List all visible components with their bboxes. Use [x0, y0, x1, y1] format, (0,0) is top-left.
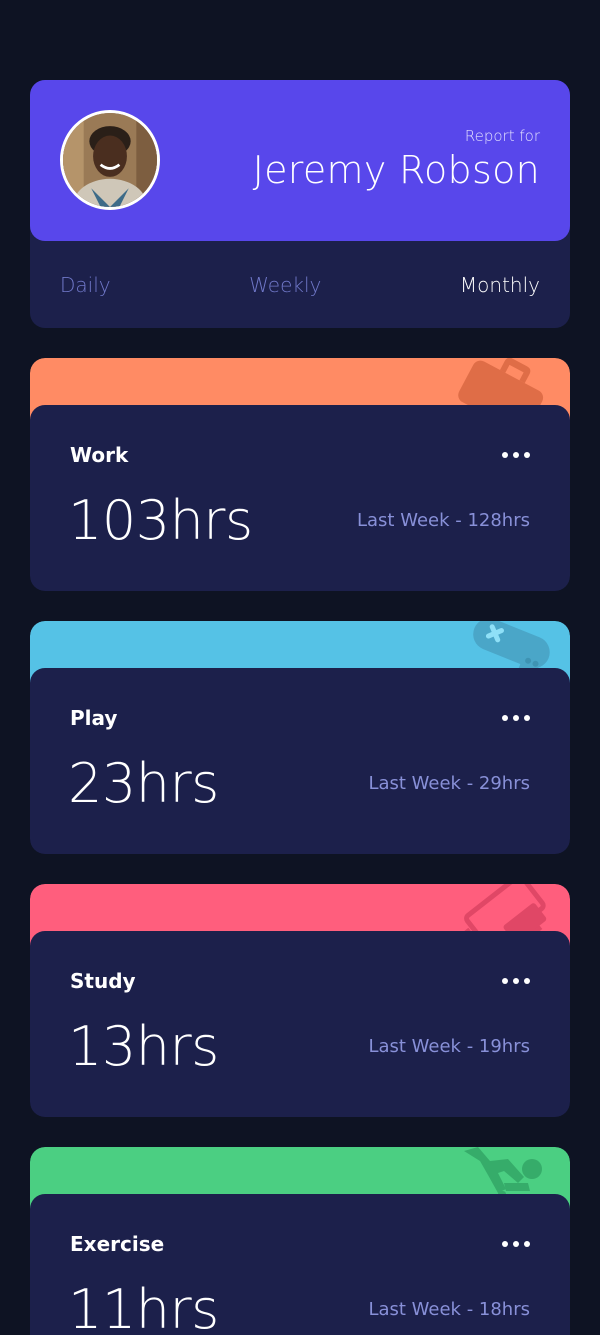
- activity-body: Exercise 11hrs Last Week - 18hrs: [30, 1194, 570, 1335]
- activity-card-play: Play 23hrs Last Week - 29hrs: [30, 621, 570, 854]
- activity-body: Study 13hrs Last Week - 19hrs: [30, 931, 570, 1117]
- activity-previous-hours: Last Week - 128hrs: [356, 510, 530, 531]
- avatar: [60, 110, 160, 210]
- activity-card-study: Study 13hrs Last Week - 19hrs: [30, 884, 570, 1117]
- activity-current-hours: 103hrs: [68, 489, 253, 552]
- more-options-icon[interactable]: [502, 971, 530, 991]
- tab-daily[interactable]: Daily: [60, 273, 111, 297]
- profile-header: Report for Jeremy Robson: [30, 80, 570, 241]
- activity-current-hours: 13hrs: [68, 1015, 219, 1078]
- person-avatar-icon: [63, 113, 157, 207]
- activity-body: Work 103hrs Last Week - 128hrs: [30, 405, 570, 591]
- activity-previous-hours: Last Week - 18hrs: [368, 1299, 530, 1320]
- activity-current-hours: 11hrs: [68, 1278, 219, 1335]
- period-tabs: Daily Weekly Monthly: [30, 241, 570, 328]
- profile-card: Report for Jeremy Robson Daily Weekly Mo…: [30, 80, 570, 328]
- activity-title: Study: [70, 969, 136, 993]
- tab-weekly[interactable]: Weekly: [249, 273, 321, 297]
- activity-card-work: Work 103hrs Last Week - 128hrs: [30, 358, 570, 591]
- activity-card-exercise: Exercise 11hrs Last Week - 18hrs: [30, 1147, 570, 1335]
- activity-previous-hours: Last Week - 19hrs: [368, 1036, 530, 1057]
- activity-title: Exercise: [70, 1232, 165, 1256]
- activity-previous-hours: Last Week - 29hrs: [368, 773, 530, 794]
- more-options-icon[interactable]: [502, 445, 530, 465]
- activity-body: Play 23hrs Last Week - 29hrs: [30, 668, 570, 854]
- user-name: Jeremy Robson: [252, 148, 540, 192]
- dashboard-page: Report for Jeremy Robson Daily Weekly Mo…: [0, 0, 600, 1335]
- more-options-icon[interactable]: [502, 708, 530, 728]
- report-for-label: Report for: [464, 127, 540, 145]
- activity-current-hours: 23hrs: [68, 752, 219, 815]
- activity-title: Work: [70, 443, 129, 467]
- activity-title: Play: [70, 706, 118, 730]
- tab-monthly[interactable]: Monthly: [460, 273, 540, 297]
- more-options-icon[interactable]: [502, 1234, 530, 1254]
